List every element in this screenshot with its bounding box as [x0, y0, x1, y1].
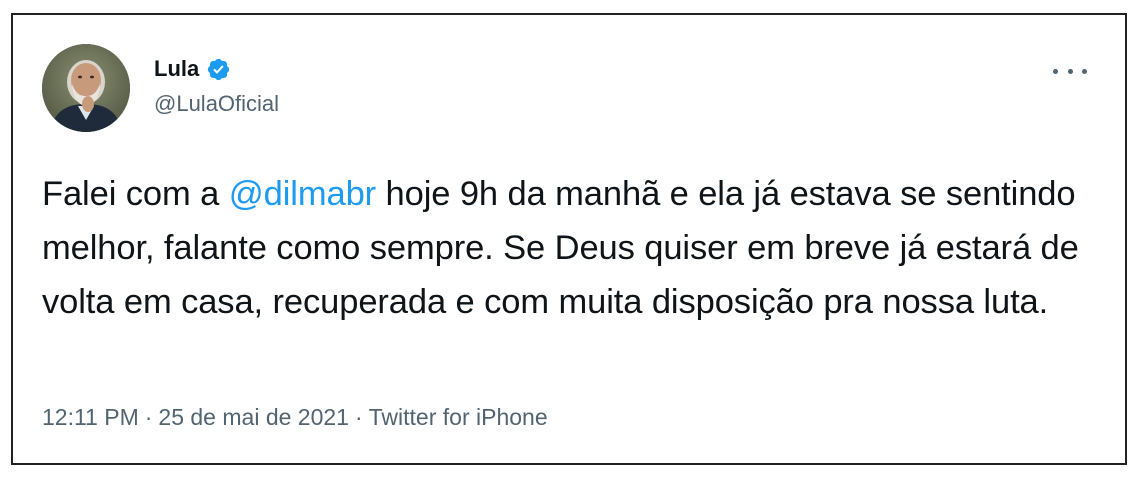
tweet-card: Lula @LulaOficial Falei com a @dilmabr h…	[11, 13, 1127, 465]
tweet-meta: 12:11 PM · 25 de mai de 2021 · Twitter for i…	[42, 402, 548, 432]
more-dot	[1053, 68, 1058, 74]
tweet-text: Falei com a @dilmabr hoje 9h da manhã e …	[42, 167, 1112, 329]
meta-separator: ·	[354, 404, 363, 430]
author-name-row[interactable]: Lula	[154, 54, 231, 84]
tweet-time[interactable]: 12:11 PM	[42, 404, 139, 430]
avatar-image	[42, 44, 130, 132]
tweet-text-before-mention: Falei com a	[42, 175, 229, 213]
avatar[interactable]	[42, 44, 130, 132]
more-dot	[1067, 68, 1073, 74]
meta-separator: ·	[144, 404, 153, 430]
more-dot	[1082, 68, 1087, 74]
tweet-date[interactable]: 25 de mai de 2021	[158, 404, 349, 430]
mention-link[interactable]: @dilmabr	[229, 175, 376, 213]
tweet-source[interactable]: Twitter for iPhone	[369, 404, 548, 430]
author-display-name[interactable]: Lula	[154, 55, 199, 83]
verified-badge-icon	[206, 57, 231, 82]
author-handle[interactable]: @LulaOficial	[154, 90, 279, 118]
more-options-icon[interactable]	[1053, 61, 1087, 81]
